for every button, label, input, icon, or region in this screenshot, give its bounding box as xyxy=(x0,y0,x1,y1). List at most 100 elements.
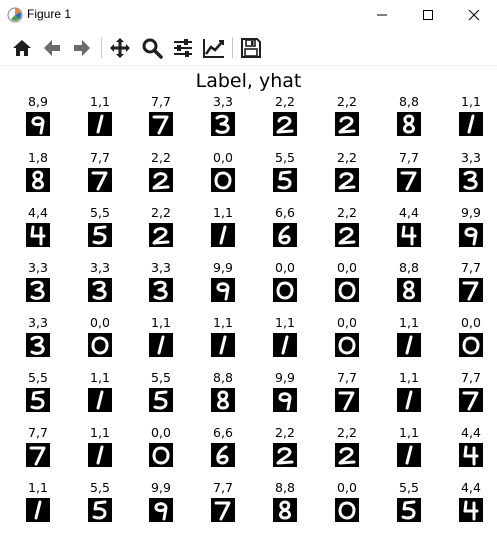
sample-label: 0,0 xyxy=(213,150,233,165)
digit-sample: 5,5 xyxy=(378,480,440,536)
pan-button[interactable] xyxy=(106,34,133,61)
sample-label: 7,7 xyxy=(28,425,48,440)
navigation-toolbar xyxy=(0,30,497,66)
configure-subplots-button[interactable] xyxy=(169,34,196,61)
sample-label: 1,1 xyxy=(151,315,171,330)
sample-label: 7,7 xyxy=(461,370,481,385)
digit-sample: 1,1 xyxy=(130,315,192,371)
digit-image xyxy=(211,278,235,302)
sample-label: 2,2 xyxy=(151,150,171,165)
sample-label: 1,1 xyxy=(90,425,110,440)
digit-image xyxy=(149,112,173,136)
digit-image xyxy=(211,443,235,467)
digit-sample: 9,9 xyxy=(440,205,497,261)
edit-axes-button[interactable] xyxy=(200,34,227,61)
sample-label: 5,5 xyxy=(90,205,110,220)
sample-label: 1,1 xyxy=(28,480,48,495)
digit-sample: 3,3 xyxy=(69,260,131,316)
minimize-button[interactable] xyxy=(359,0,405,30)
sample-label: 5,5 xyxy=(399,480,419,495)
digit-image xyxy=(88,443,112,467)
digit-image xyxy=(149,278,173,302)
maximize-icon xyxy=(423,10,433,20)
digit-image xyxy=(26,333,50,357)
digit-image xyxy=(335,388,359,412)
magnifier-icon xyxy=(142,38,163,59)
digit-sample: 8,8 xyxy=(378,260,440,316)
sample-label: 0,0 xyxy=(337,480,357,495)
sample-label: 0,0 xyxy=(461,315,481,330)
sample-label: 2,2 xyxy=(275,425,295,440)
digit-sample: 5,5 xyxy=(69,205,131,261)
sample-label: 1,1 xyxy=(213,315,233,330)
sample-label: 4,4 xyxy=(28,205,48,220)
digit-image xyxy=(88,112,112,136)
digit-image xyxy=(88,388,112,412)
home-button[interactable] xyxy=(8,34,35,61)
sample-label: 9,9 xyxy=(461,205,481,220)
digit-sample: 7,7 xyxy=(130,94,192,150)
digit-image xyxy=(211,333,235,357)
digit-image xyxy=(335,498,359,522)
minimize-icon xyxy=(377,14,387,16)
sample-label: 7,7 xyxy=(337,370,357,385)
sample-label: 0,0 xyxy=(90,315,110,330)
close-icon xyxy=(468,9,480,21)
sample-label: 0,0 xyxy=(275,260,295,275)
digit-image xyxy=(397,168,421,192)
digit-image xyxy=(149,443,173,467)
sample-label: 1,1 xyxy=(461,94,481,109)
digit-sample: 9,9 xyxy=(130,480,192,536)
sample-label: 1,1 xyxy=(275,315,295,330)
digit-image xyxy=(88,223,112,247)
digit-image xyxy=(459,278,483,302)
digit-sample: 2,2 xyxy=(316,425,378,481)
digit-image xyxy=(273,278,297,302)
arrow-left-icon xyxy=(43,39,60,56)
digit-image xyxy=(335,278,359,302)
sample-label: 5,5 xyxy=(151,370,171,385)
digit-sample: 2,2 xyxy=(254,425,316,481)
move-icon xyxy=(109,37,130,58)
digit-sample: 3,3 xyxy=(7,260,69,316)
digit-image xyxy=(459,443,483,467)
sample-label: 6,6 xyxy=(275,205,295,220)
digit-image xyxy=(335,333,359,357)
digit-sample: 1,1 xyxy=(69,425,131,481)
digit-image xyxy=(88,278,112,302)
sample-label: 1,1 xyxy=(399,370,419,385)
digit-sample: 1,1 xyxy=(69,94,131,150)
maximize-button[interactable] xyxy=(405,0,451,30)
digit-sample: 2,2 xyxy=(316,205,378,261)
sample-label: 7,7 xyxy=(399,150,419,165)
digit-sample: 3,3 xyxy=(440,150,497,206)
figure-canvas[interactable]: Label, yhat 8,9 1,1 7,7 3,3 2,2 2,2 8,8 1,1 1,8 7… xyxy=(0,66,497,557)
digit-image xyxy=(397,333,421,357)
toolbar-separator xyxy=(101,37,102,58)
sample-label: 0,0 xyxy=(337,315,357,330)
digit-sample: 7,7 xyxy=(440,370,497,426)
digit-sample: 4,4 xyxy=(378,205,440,261)
close-button[interactable] xyxy=(451,0,497,30)
sample-label: 9,9 xyxy=(151,480,171,495)
back-button[interactable] xyxy=(38,34,65,61)
digit-sample: 2,2 xyxy=(130,205,192,261)
sample-label: 6,6 xyxy=(213,425,233,440)
sample-label: 4,4 xyxy=(461,480,481,495)
sample-label: 2,2 xyxy=(337,150,357,165)
sample-label: 1,1 xyxy=(90,370,110,385)
digit-image xyxy=(335,223,359,247)
sample-label: 7,7 xyxy=(213,480,233,495)
sample-label: 1,1 xyxy=(213,205,233,220)
sample-label: 1,1 xyxy=(399,315,419,330)
save-button[interactable] xyxy=(237,34,264,61)
window-title: Figure 1 xyxy=(27,7,72,21)
digit-image xyxy=(459,498,483,522)
sample-label: 3,3 xyxy=(461,150,481,165)
forward-button[interactable] xyxy=(68,34,95,61)
digit-image xyxy=(459,168,483,192)
digit-image xyxy=(149,223,173,247)
digit-image xyxy=(273,223,297,247)
sample-label: 8,8 xyxy=(399,94,419,109)
zoom-button[interactable] xyxy=(138,34,165,61)
